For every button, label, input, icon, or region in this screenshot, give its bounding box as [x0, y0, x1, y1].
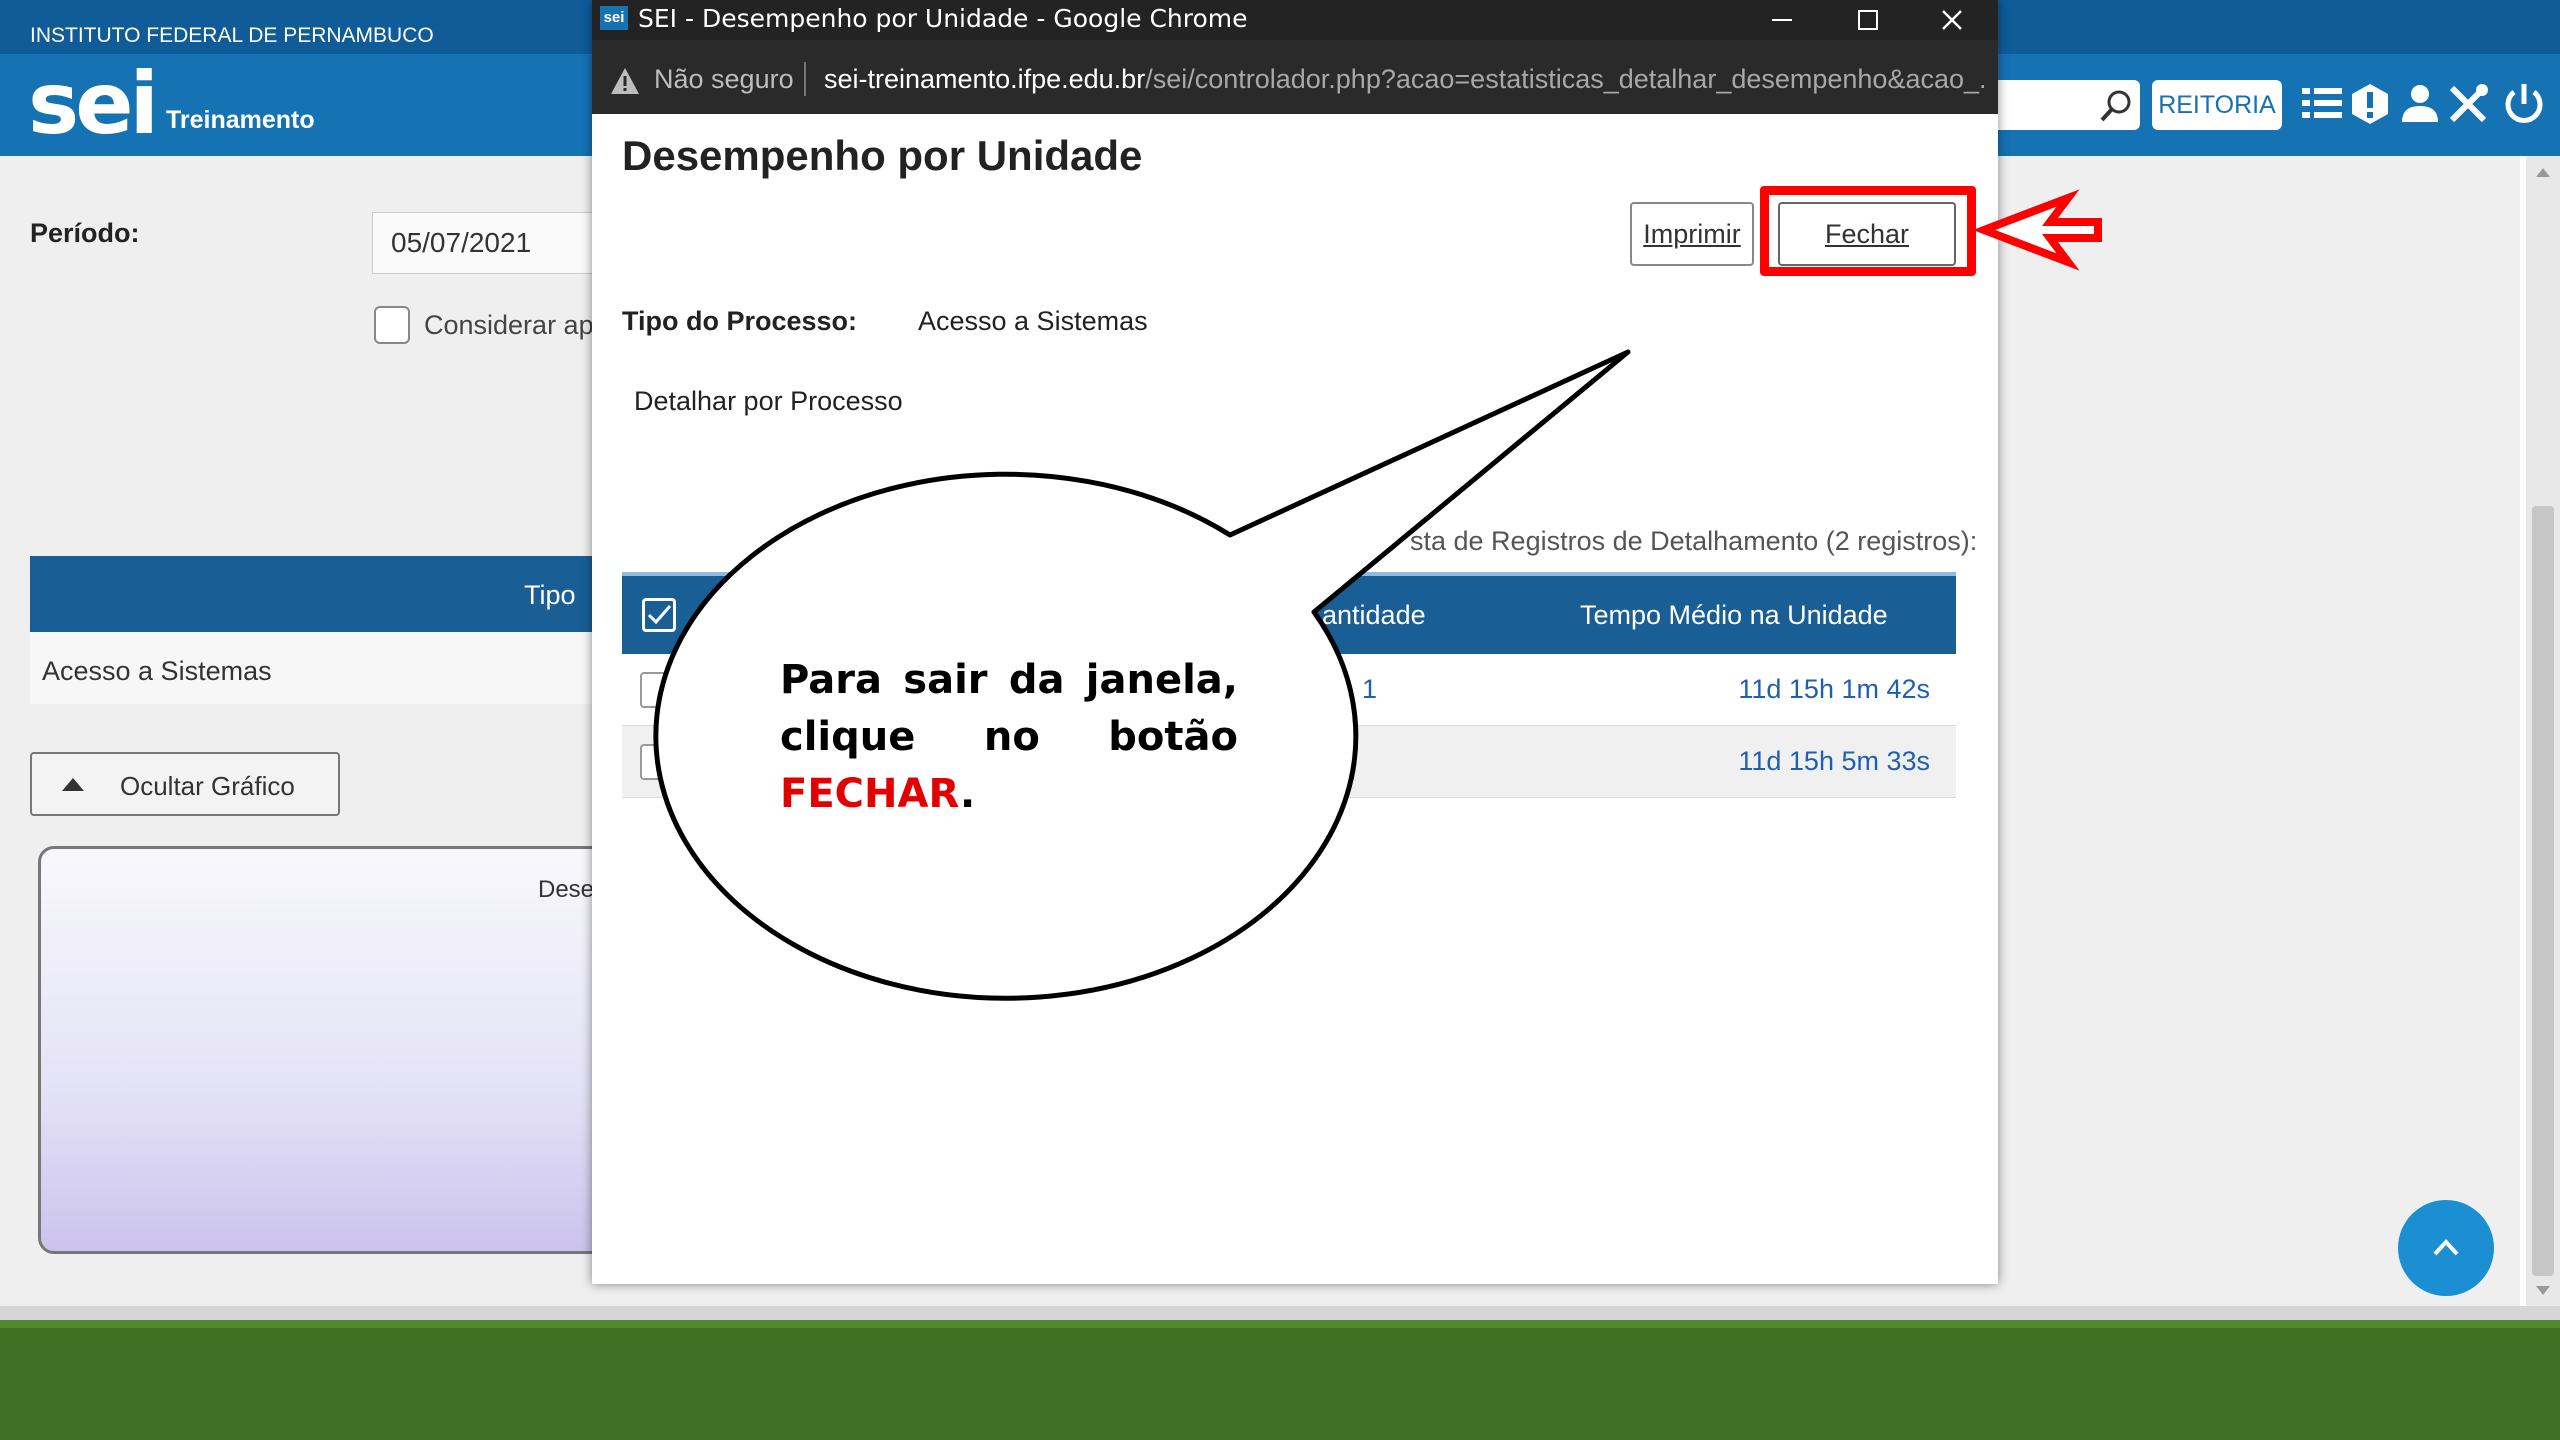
- callout-text: Para sair da janela, clique no botão FEC…: [780, 652, 1238, 823]
- red-arrow-icon: [1972, 189, 2102, 271]
- callout-highlight: FECHAR: [780, 771, 960, 817]
- callout-text-end: .: [959, 771, 976, 817]
- callout-text-main: Para sair da janela, clique no botão: [780, 657, 1238, 760]
- annotation-overlay: [653, 189, 2102, 1001]
